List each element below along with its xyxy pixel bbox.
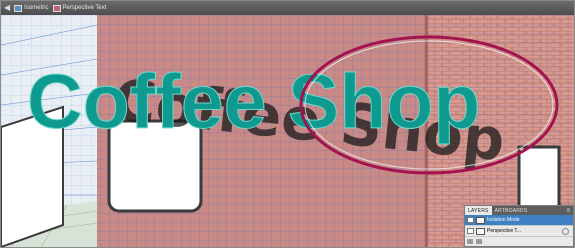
tab-layers[interactable]: LAYERS: [465, 206, 492, 215]
target-circle-icon[interactable]: [562, 227, 569, 235]
layer-thumbnail: [476, 227, 485, 235]
layer-label: Isolation Mode: [487, 217, 520, 223]
layer-icon: [52, 4, 61, 12]
isolation-breadcrumb-bar: ◀ Isometric Perspective Text: [1, 1, 574, 15]
tab-artboards[interactable]: ARTBOARDS: [492, 206, 531, 215]
layers-panel-tabs: LAYERS ARTBOARDS ≡: [465, 206, 573, 215]
layer-icon: [14, 4, 23, 12]
delete-layer-icon[interactable]: [476, 239, 482, 244]
layers-panel: LAYERS ARTBOARDS ≡ Isolation Mode Perspe…: [464, 205, 574, 247]
visibility-eye-icon[interactable]: [467, 228, 474, 234]
breadcrumb-item-isometric[interactable]: Isometric: [14, 4, 49, 12]
layer-row-isolation-mode[interactable]: Isolation Mode: [465, 215, 573, 226]
layer-thumbnail: [476, 216, 485, 224]
layer-label: Perspective T...: [487, 228, 522, 234]
new-layer-icon[interactable]: [467, 239, 473, 244]
breadcrumb-label: Perspective Text: [62, 5, 107, 11]
visibility-eye-icon[interactable]: [467, 217, 474, 223]
canvas-window: ◀ Isometric Perspective Text Coffee Shop…: [0, 0, 575, 248]
headline-text[interactable]: Coffee Shop: [27, 59, 481, 146]
breadcrumb-label: Isometric: [24, 5, 49, 11]
breadcrumb-item-perspective-text[interactable]: Perspective Text: [52, 4, 107, 12]
layer-row-perspective-text[interactable]: Perspective T...: [465, 226, 573, 237]
layers-panel-footer: [465, 237, 573, 246]
panel-menu-icon[interactable]: ≡: [566, 206, 573, 215]
back-arrow-icon[interactable]: ◀: [4, 4, 10, 12]
